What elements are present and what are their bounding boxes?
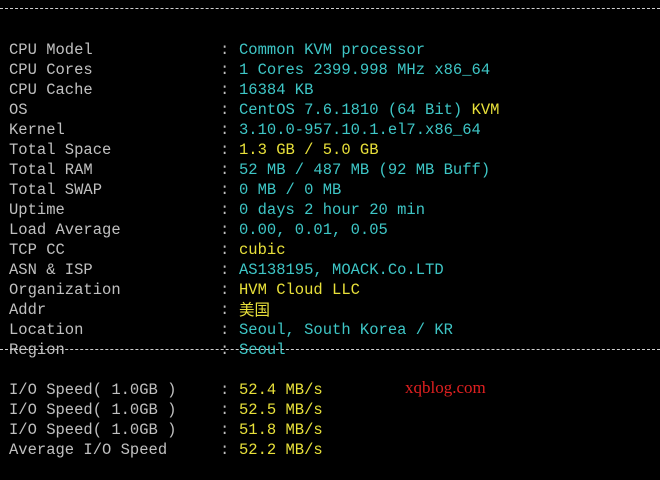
info-row-cpu-model: CPU Model: Common KVM processor bbox=[9, 20, 649, 59]
info-row-cpu-cache: CPU Cache:16384 KB bbox=[9, 60, 649, 99]
info-label: Region bbox=[9, 341, 65, 359]
io-value: 52.2 MB/s bbox=[239, 441, 323, 459]
info-row-cpu-cores: CPU Cores:1 Cores 2399.998 MHz x86_64 bbox=[9, 40, 649, 79]
io-row: I/O Speed( 1.0GB ):52.4 MB/s bbox=[9, 360, 649, 399]
info-value: Seoul bbox=[239, 341, 286, 359]
info-row-total-ram: Total RAM:52 MB / 487 MB (92 MB Buff) bbox=[9, 140, 649, 179]
io-label: Average I/O Speed bbox=[9, 441, 168, 459]
info-row-total-space: Total Space:1.3 GB / 5.0 GB bbox=[9, 120, 649, 159]
info-row-kernel: Kernel:3.10.0-957.10.1.el7.x86_64 bbox=[9, 100, 649, 139]
info-row-load-average: Load Average:0.00, 0.01, 0.05 bbox=[9, 200, 649, 239]
middle-divider bbox=[0, 349, 660, 350]
separator: : bbox=[220, 441, 230, 459]
io-row: I/O Speed( 1.0GB ):52.5 MB/s bbox=[9, 380, 649, 419]
info-row-addr: Addr: 美国 bbox=[9, 280, 649, 319]
info-row-tcp-cc: TCP CC: cubic bbox=[9, 220, 649, 259]
info-row-os: OS: CentOS 7.6.1810 (64 Bit) KVM bbox=[9, 80, 649, 119]
info-row-asn-isp: ASN & ISP: AS138195, MOACK.Co.LTD bbox=[9, 240, 649, 279]
io-row-average: Average I/O Speed:52.2 MB/s bbox=[9, 420, 649, 459]
separator: : bbox=[220, 341, 230, 359]
info-row-location: Location: Seoul, South Korea / KR bbox=[9, 300, 649, 339]
top-divider bbox=[0, 8, 660, 9]
io-row: I/O Speed( 1.0GB ):51.8 MB/s bbox=[9, 400, 649, 439]
watermark-text: xqblog.com bbox=[405, 378, 486, 397]
info-row-organization: Organization: HVM Cloud LLC bbox=[9, 260, 649, 299]
info-row-region: Region: Seoul bbox=[9, 320, 649, 359]
info-row-total-swap: Total SWAP:0 MB / 0 MB bbox=[9, 160, 649, 199]
info-row-uptime: Uptime:0 days 2 hour 20 min bbox=[9, 180, 649, 219]
